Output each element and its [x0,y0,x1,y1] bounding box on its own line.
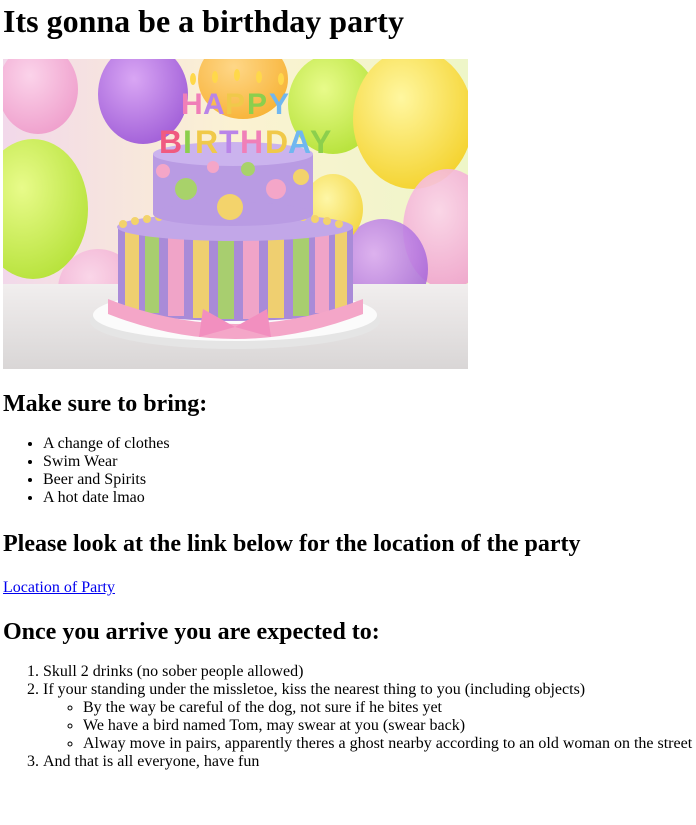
sub-list: By the way be careful of the dog, not su… [43,699,696,753]
svg-text:P: P [225,88,245,121]
location-paragraph: Location of Party [3,579,696,597]
list-item: And that is all everyone, have fun [43,753,696,771]
bring-list: A change of clothes Swim Wear Beer and S… [3,435,696,507]
svg-text:A: A [203,88,225,121]
location-link[interactable]: Location of Party [3,579,115,596]
list-item: Swim Wear [43,453,696,471]
list-item: Beer and Spirits [43,471,696,489]
birthday-cake-image: H A P P Y B I R T H D A Y [3,59,468,369]
svg-text:H: H [181,88,203,121]
svg-text:Y: Y [310,124,331,160]
list-item: If your standing under the missletoe, ki… [43,681,696,753]
svg-text:D: D [265,124,288,160]
svg-text:B: B [159,124,182,160]
location-heading: Please look at the link below for the lo… [3,531,581,557]
list-item: A change of clothes [43,435,696,453]
arrive-heading: Once you arrive you are expected to: [3,619,380,645]
sub-list-item: Alway move in pairs, apparently theres a… [83,735,696,753]
svg-text:T: T [219,124,239,160]
svg-text:P: P [247,88,267,121]
svg-text:Y: Y [269,88,289,121]
svg-text:H: H [240,124,263,160]
arrive-list: Skull 2 drinks (no sober people allowed)… [3,663,696,771]
sub-list-item: We have a bird named Tom, may swear at y… [83,717,696,735]
svg-text:A: A [288,124,311,160]
page-title: Its gonna be a birthday party [3,3,404,39]
sub-list-item: By the way be careful of the dog, not su… [83,699,696,717]
svg-text:R: R [195,124,218,160]
list-item-text: If your standing under the missletoe, ki… [43,681,586,698]
bring-heading: Make sure to bring: [3,391,208,417]
list-item: Skull 2 drinks (no sober people allowed) [43,663,696,681]
list-item: A hot date lmao [43,489,696,507]
page: Its gonna be a birthday party H A P P Y … [0,3,696,771]
svg-text:I: I [183,124,192,160]
